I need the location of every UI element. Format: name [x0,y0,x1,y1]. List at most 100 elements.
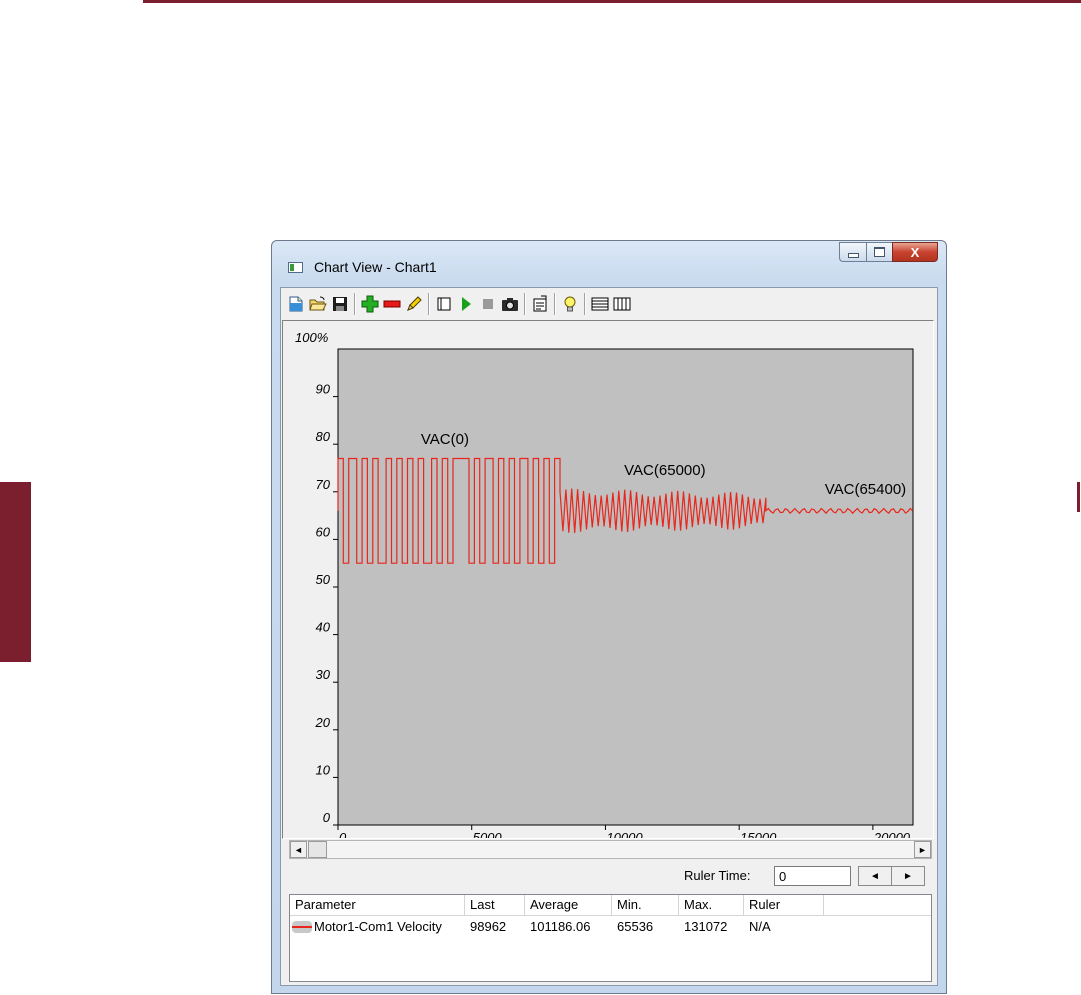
column-header-ruler[interactable]: Ruler [744,895,824,915]
cell-ruler: N/A [749,918,771,934]
chart-annotation: VAC(65400) [825,481,906,498]
scroll-right-icon: ► [918,844,927,855]
ruler-time-label: Ruler Time: [684,868,751,883]
arrow-left-icon: ◄ [870,870,880,882]
chart-annotation: VAC(0) [421,431,469,448]
ruler-row: Ruler Time: ◄ ► [281,864,937,888]
pencil-icon [407,296,422,311]
toolbar-separator [428,293,430,315]
scroll-thumb[interactable] [308,841,327,858]
snapshot-button[interactable] [499,293,521,315]
chart-area[interactable]: 100% 0 10 20 30 40 50 60 70 80 90 0 5000 10000 15000… [282,320,934,839]
x-tick-label: 0 [339,830,347,838]
add-parameter-button[interactable] [359,293,381,315]
arrow-right-icon: ► [903,870,913,882]
ruler-toggle-button[interactable] [433,293,455,315]
close-icon: X [910,244,920,260]
series-legend-swatch [292,921,312,934]
x-tick-label: 10000 [606,830,643,838]
y-tick-label: 30 [316,667,331,682]
right-edge-marker [1077,482,1080,512]
toolbar-separator [354,293,356,315]
toolbar-separator [524,293,526,315]
new-file-icon [289,296,303,312]
y-tick-label: 70 [316,477,331,492]
window-title: Chart View - Chart1 [314,259,437,275]
hint-button[interactable] [559,293,581,315]
ruler-frame-icon [437,297,451,311]
scroll-left-button[interactable]: ◄ [290,841,307,858]
toolbar-separator [584,293,586,315]
chart-canvas[interactable]: 100% 0 10 20 30 40 50 60 70 80 90 0 5000 10000 15000… [283,321,933,838]
maximize-icon [874,247,885,257]
parameter-grid: Parameter Last Average Min. Max. Ruler M… [289,894,932,982]
horizontal-layout-button[interactable] [589,293,611,315]
cell-min: 65536 [617,918,654,934]
scroll-right-button[interactable]: ► [914,841,931,858]
remove-parameter-button[interactable] [381,293,403,315]
save-chart-button[interactable] [329,293,351,315]
chart-view-window: Chart View - Chart1 X 100% 0 10 20 30 40… [271,240,947,994]
y-tick-label: 40 [316,620,331,635]
minimize-icon [847,252,859,258]
edit-parameter-button[interactable] [403,293,425,315]
grid-header: Parameter Last Average Min. Max. Ruler [290,895,931,916]
cell-parameter-text: Motor1-Com1 Velocity [314,918,442,934]
start-capture-button[interactable] [455,293,477,315]
page-top-rule [143,0,1081,3]
horizontal-scrollbar[interactable]: ◄ ► [289,840,932,859]
green-plus-icon [361,295,379,313]
y-tick-label: 80 [316,429,331,444]
red-minus-icon [383,300,401,308]
title-bar[interactable]: Chart View - Chart1 X [272,241,946,287]
minimize-button[interactable] [839,242,866,262]
open-chart-button[interactable] [307,293,329,315]
cell-last: 98962 [470,918,507,934]
column-header-parameter[interactable]: Parameter [290,895,465,915]
side-tab-marker [0,482,31,662]
y-tick-label: 60 [316,524,331,539]
table-row[interactable]: Motor1-Com1 Velocity 98962 101186.06 655… [290,916,931,936]
properties-button[interactable] [529,293,551,315]
camera-icon [502,298,518,311]
columns-layout-icon [613,297,631,311]
chart-annotation: VAC(65000) [624,462,705,479]
play-icon [462,297,471,311]
cell-average: 101186.06 [530,918,591,934]
close-button[interactable]: X [892,242,938,262]
maximize-button[interactable] [866,242,892,262]
y-tick-label: 50 [316,572,331,587]
app-window-icon [288,262,303,273]
ruler-prev-button[interactable]: ◄ [858,866,892,886]
column-header-average[interactable]: Average [525,895,612,915]
window-client: 100% 0 10 20 30 40 50 60 70 80 90 0 5000 10000 15000… [280,287,938,986]
y-tick-label: 20 [315,715,331,730]
column-header-min[interactable]: Min. [612,895,679,915]
cell-parameter: Motor1-Com1 Velocity [290,919,465,934]
plot-area[interactable] [337,348,914,826]
open-folder-icon [309,296,327,311]
y-axis-label: 100% [295,330,328,345]
stop-capture-button[interactable] [477,293,499,315]
x-tick-label: 20000 [873,830,911,838]
toolbar-separator [554,293,556,315]
window-controls: X [839,242,938,262]
ruler-next-button[interactable]: ► [891,866,925,886]
properties-icon [533,295,547,312]
rows-layout-icon [591,297,609,311]
column-header-max[interactable]: Max. [679,895,744,915]
y-tick-label: 90 [316,382,331,397]
vertical-layout-button[interactable] [611,293,633,315]
scroll-left-icon: ◄ [294,844,303,855]
ruler-time-input[interactable] [774,866,851,886]
y-tick-label: 10 [316,762,331,777]
column-header-last[interactable]: Last [465,895,525,915]
toolbar [281,288,937,320]
y-tick-label: 0 [323,810,331,825]
floppy-disk-icon [333,297,347,311]
cell-max: 131072 [684,918,728,934]
x-tick-label: 5000 [473,830,503,838]
new-chart-button[interactable] [285,293,307,315]
stop-icon [483,299,493,309]
lightbulb-icon [564,296,576,312]
